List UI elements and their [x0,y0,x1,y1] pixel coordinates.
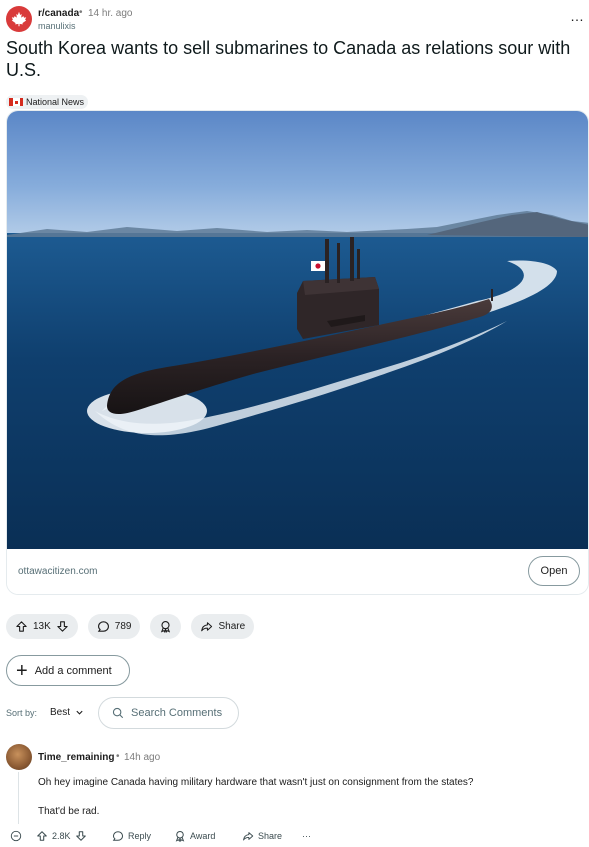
link-row[interactable]: ottawacitizen.com Open [7,549,588,594]
award-button[interactable] [150,614,182,639]
link-card[interactable]: ottawacitizen.com Open [6,110,589,595]
submarine-image[interactable] [7,111,589,549]
vote-count: 13K [33,621,51,632]
upvote-icon[interactable] [36,830,48,842]
collapse-thread-button[interactable] [10,828,22,844]
commenter-avatar[interactable] [6,744,32,770]
post-author[interactable]: manulixis [38,21,76,31]
comment-meta-separator: • [116,751,120,762]
share-button[interactable]: Share [191,614,255,639]
post-header: r/canada • 14 hr. ago manulixis … [6,6,589,34]
share-icon [243,832,254,841]
comment-share-button[interactable]: Share [242,828,282,844]
comment-time: 14h ago [124,752,161,763]
add-comment-label: Add a comment [34,664,112,677]
comment-icon [97,621,109,632]
search-comments-input[interactable]: Search Comments [98,697,239,729]
sort-label: Sort by: [6,708,38,718]
comment-more-button[interactable]: ··· [302,828,311,844]
comment-vote: 2.8K [36,828,87,844]
award-icon [175,830,185,842]
comment-body-paragraph: That'd be rad. [38,806,100,817]
subreddit-avatar[interactable] [6,6,32,32]
reply-button[interactable]: Reply [112,828,151,844]
vote-pill: 13K [6,614,78,639]
open-link-button[interactable]: Open [528,556,580,586]
comment-body-paragraph: Oh hey imagine Canada having military ha… [38,777,474,788]
comment-actions: 2.8K Reply Award Share ··· [10,828,570,844]
plus-icon: + [16,659,28,682]
comment-count: 789 [114,621,132,632]
downvote-icon[interactable] [56,620,69,633]
collapse-icon [10,830,22,842]
flair-label: National News [26,97,85,107]
award-label: Award [190,831,216,841]
reply-label: Reply [128,831,152,841]
post-actions: 13K 789 Share [6,614,255,639]
subreddit-name[interactable]: r/canada [38,8,79,19]
sort-dropdown[interactable]: Best [50,707,84,718]
more-icon: ··· [302,831,311,841]
search-comments-placeholder: Search Comments [131,707,223,719]
share-icon [201,622,213,632]
post-flair[interactable]: National News [6,95,89,109]
share-label: Share [218,621,246,632]
downvote-icon[interactable] [75,830,87,842]
thread-line[interactable] [18,772,19,824]
sort-value: Best [50,707,71,718]
chevron-down-icon [76,710,83,715]
award-icon [161,621,171,633]
comment-award-button[interactable]: Award [174,828,215,844]
upvote-icon[interactable] [15,620,28,633]
comment-vote-count: 2.8K [52,831,71,841]
post-time: 14 hr. ago [88,8,133,19]
post-title[interactable]: South Korea wants to sell submarines to … [6,37,584,81]
more-icon[interactable]: … [570,8,584,24]
canada-flag-icon [9,98,23,106]
comment-share-label: Share [258,831,283,841]
comments-button[interactable]: 789 [87,614,141,639]
comment-username[interactable]: Time_remaining [38,752,115,763]
link-domain[interactable]: ottawacitizen.com [18,566,97,577]
add-comment-button[interactable]: + Add a comment [6,655,130,686]
maple-leaf-icon [11,11,27,27]
comment-icon [112,831,124,841]
meta-separator: • [79,7,83,18]
search-icon [112,707,124,719]
